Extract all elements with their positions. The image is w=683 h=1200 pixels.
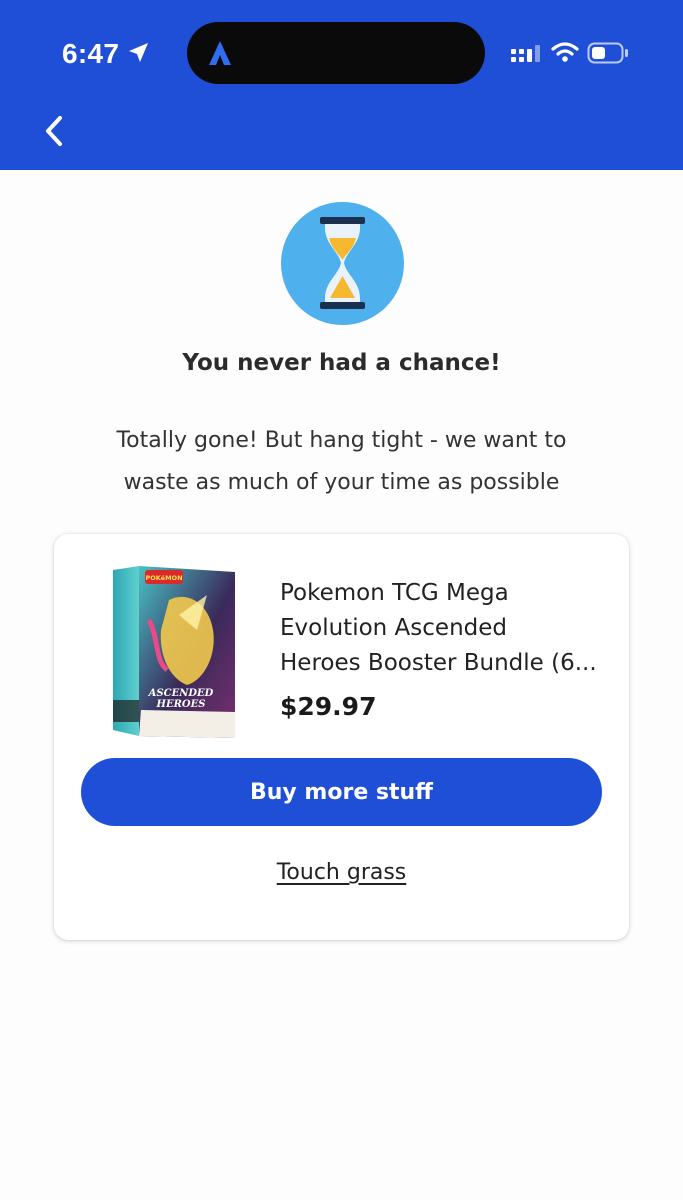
product-title-line-2: Evolution Ascended — [280, 615, 507, 641]
wifi-icon — [551, 42, 579, 62]
subtitle-line-2: waste as much of your time as possible — [123, 470, 560, 495]
product-image-title-1: ASCENDED — [148, 688, 214, 699]
page-subtitle: Totally gone! But hang tight - we want t… — [90, 420, 593, 504]
cellular-signal-icon — [511, 45, 540, 62]
product-image-title-2: HEROES — [156, 699, 206, 710]
status-time: 6:47 — [62, 38, 120, 69]
page-title: You never had a chance! — [182, 350, 501, 376]
product-title[interactable]: Pokemon TCG Mega Evolution Ascended Hero… — [280, 576, 610, 681]
chevron-left-icon — [46, 116, 62, 146]
product-card: POKéMON ASCENDED HEROES Pokemon TCG Mega… — [54, 534, 629, 940]
product-title-line-3: Heroes Booster Bundle (6... — [280, 650, 597, 676]
product-image-brand: POKéMON — [145, 574, 182, 582]
battery-icon — [587, 42, 628, 64]
product-title-line-1: Pokemon TCG Mega — [280, 580, 509, 606]
hourglass-icon — [320, 217, 365, 309]
dynamic-island — [187, 22, 485, 84]
top-bar: 6:47 — [0, 0, 683, 170]
app-logo-icon — [209, 41, 231, 65]
subtitle-line-1: Totally gone! But hang tight - we want t… — [116, 428, 567, 453]
hourglass-badge — [281, 202, 404, 325]
buy-more-stuff-button[interactable]: Buy more stuff — [81, 758, 602, 826]
product-image[interactable]: POKéMON ASCENDED HEROES — [109, 560, 239, 742]
back-button[interactable] — [32, 106, 76, 156]
product-price: $29.97 — [280, 692, 377, 721]
location-arrow-icon — [129, 43, 148, 62]
touch-grass-link[interactable]: Touch grass — [54, 860, 629, 885]
